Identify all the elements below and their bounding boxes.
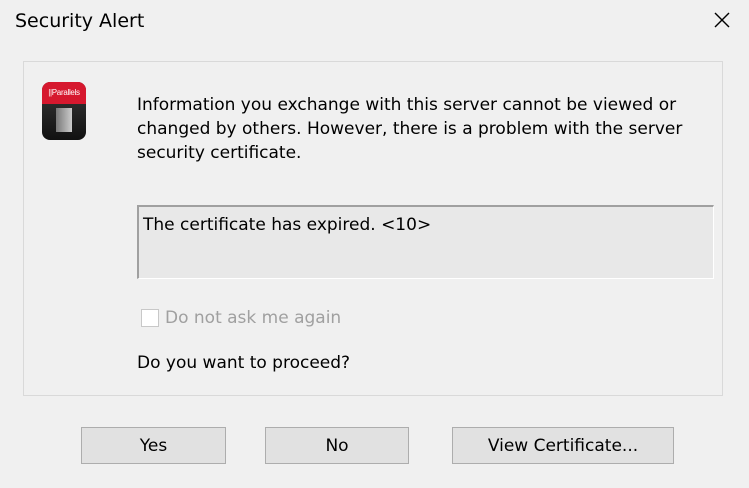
yes-button[interactable]: Yes xyxy=(81,427,226,464)
do-not-ask-row: Do not ask me again xyxy=(141,308,341,328)
do-not-ask-checkbox[interactable] xyxy=(141,309,159,327)
no-button[interactable]: No xyxy=(265,427,409,464)
alert-panel: ||Parallels Information you exchange wit… xyxy=(23,61,723,396)
do-not-ask-label: Do not ask me again xyxy=(165,308,342,328)
close-icon xyxy=(714,12,730,28)
proceed-question: Do you want to proceed? xyxy=(137,353,351,373)
close-button[interactable] xyxy=(695,0,749,40)
parallels-app-icon: ||Parallels xyxy=(42,82,86,140)
certificate-details-box[interactable]: The certificate has expired. <10> xyxy=(137,205,714,279)
security-alert-dialog: Security Alert ||Parallels Information y… xyxy=(0,0,749,488)
alert-message: Information you exchange with this serve… xyxy=(137,95,683,163)
view-certificate-button[interactable]: View Certificate... xyxy=(452,427,674,464)
door-icon xyxy=(56,108,72,132)
dialog-title: Security Alert xyxy=(15,10,145,32)
app-icon-brand-text: ||Parallels xyxy=(42,82,86,104)
